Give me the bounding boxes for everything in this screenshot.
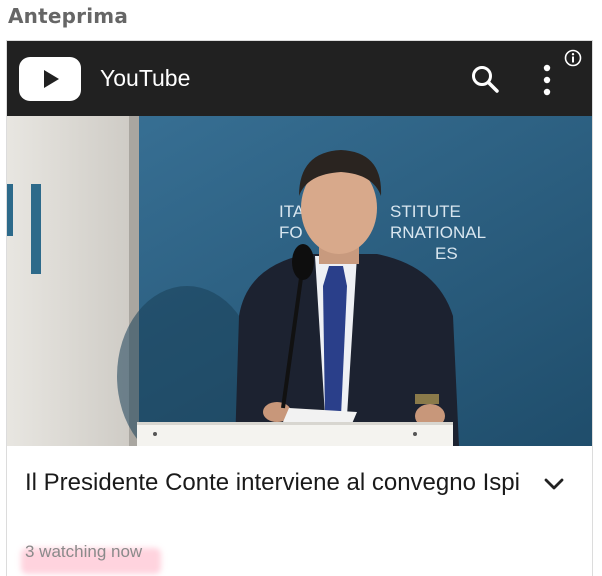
backdrop-text-3: FO bbox=[279, 223, 303, 242]
video-title-area: Il Presidente Conte interviene al conveg… bbox=[25, 466, 525, 500]
youtube-embed-card[interactable]: YouTube ITA STITUTE FO RNATIONAL ES Il P… bbox=[6, 40, 593, 576]
backdrop-text-2: STITUTE bbox=[390, 202, 461, 221]
info-icon[interactable] bbox=[564, 49, 582, 67]
video-thumbnail[interactable]: ITA STITUTE FO RNATIONAL ES bbox=[7, 116, 592, 446]
video-title[interactable]: Il Presidente Conte interviene al conveg… bbox=[25, 466, 525, 500]
youtube-logo-icon[interactable] bbox=[19, 57, 81, 101]
backdrop-text-5: ES bbox=[435, 244, 458, 263]
more-vert-icon[interactable] bbox=[537, 63, 557, 97]
watching-now-status: 3 watching now bbox=[21, 538, 161, 574]
chevron-down-icon[interactable] bbox=[541, 471, 567, 497]
youtube-top-bar: YouTube bbox=[7, 41, 592, 116]
preview-heading: Anteprima bbox=[8, 4, 129, 28]
speaker-thumbnail-image: ITA STITUTE FO RNATIONAL ES bbox=[7, 116, 592, 446]
watching-now-label: 3 watching now bbox=[25, 542, 143, 561]
backdrop-text-1: ITA bbox=[279, 202, 305, 221]
backdrop-text-4: RNATIONAL bbox=[390, 223, 486, 242]
youtube-brand-label[interactable]: YouTube bbox=[100, 65, 190, 92]
search-icon[interactable] bbox=[469, 63, 501, 95]
